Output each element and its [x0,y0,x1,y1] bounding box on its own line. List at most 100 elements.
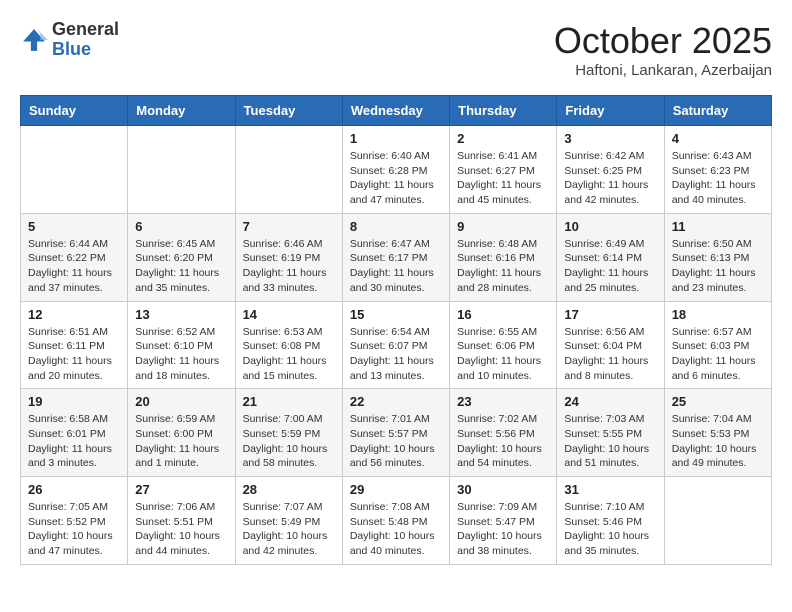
day-info: Sunrise: 7:06 AMSunset: 5:51 PMDaylight:… [135,500,227,559]
calendar-cell: 11 Sunrise: 6:50 AMSunset: 6:13 PMDayligh… [664,213,771,301]
day-number: 2 [457,131,549,146]
calendar-cell [128,126,235,214]
calendar-cell: 4 Sunrise: 6:43 AMSunset: 6:23 PMDaylight… [664,126,771,214]
title-section: October 2025 Haftoni, Lankaran, Azerbaij… [554,20,772,79]
calendar-cell: 13Sunrise: 6:52 AMSunset: 6:10 PMDayligh… [128,301,235,389]
calendar-table: SundayMondayTuesdayWednesdayThursdayFrid… [20,95,772,565]
day-number: 8 [350,219,442,234]
day-number: 11 [672,219,764,234]
calendar-cell [664,477,771,565]
calendar-cell: 9 Sunrise: 6:48 AMSunset: 6:16 PMDaylight… [450,213,557,301]
calendar-cell: 22 Sunrise: 7:01 AMSunset: 5:57 PMDayligh… [342,389,449,477]
page-header: General Blue October 2025 Haftoni, Lanka… [20,20,772,79]
day-number: 27 [135,482,227,497]
day-info: Sunrise: 6:41 AMSunset: 6:27 PMDaylight:… [457,149,549,208]
day-number: 4 [672,131,764,146]
day-info: Sunrise: 6:55 AMSunset: 6:06 PMDaylight:… [457,325,549,384]
day-number: 26 [28,482,120,497]
day-info: Sunrise: 7:01 AMSunset: 5:57 PMDaylight:… [350,412,442,471]
day-info: Sunrise: 6:57 AMSunset: 6:03 PMDaylight:… [672,325,764,384]
day-number: 6 [135,219,227,234]
day-number: 31 [564,482,656,497]
calendar-cell: 14 Sunrise: 6:53 AMSunset: 6:08 PMDayligh… [235,301,342,389]
week-row-5: 26 Sunrise: 7:05 AMSunset: 5:52 PMDayligh… [21,477,772,565]
day-info: Sunrise: 7:05 AMSunset: 5:52 PMDaylight:… [28,500,120,559]
calendar-cell: 28 Sunrise: 7:07 AMSunset: 5:49 PMDayligh… [235,477,342,565]
day-number: 12 [28,307,120,322]
calendar-cell [21,126,128,214]
day-info: Sunrise: 7:07 AMSunset: 5:49 PMDaylight:… [243,500,335,559]
day-number: 30 [457,482,549,497]
day-info: Sunrise: 6:43 AMSunset: 6:23 PMDaylight:… [672,149,764,208]
weekday-header-sunday: Sunday [21,96,128,126]
day-number: 9 [457,219,549,234]
weekday-header-tuesday: Tuesday [235,96,342,126]
calendar-cell: 8 Sunrise: 6:47 AMSunset: 6:17 PMDaylight… [342,213,449,301]
calendar-cell: 3Sunrise: 6:42 AMSunset: 6:25 PMDaylight… [557,126,664,214]
calendar-cell: 2 Sunrise: 6:41 AMSunset: 6:27 PMDaylight… [450,126,557,214]
calendar-cell: 1 Sunrise: 6:40 AMSunset: 6:28 PMDaylight… [342,126,449,214]
day-info: Sunrise: 7:03 AMSunset: 5:55 PMDaylight:… [564,412,656,471]
logo-icon [20,26,48,54]
day-number: 25 [672,394,764,409]
calendar-cell: 20 Sunrise: 6:59 AMSunset: 6:00 PMDayligh… [128,389,235,477]
day-info: Sunrise: 7:09 AMSunset: 5:47 PMDaylight:… [457,500,549,559]
day-info: Sunrise: 6:54 AMSunset: 6:07 PMDaylight:… [350,325,442,384]
day-info: Sunrise: 6:59 AMSunset: 6:00 PMDaylight:… [135,412,227,471]
calendar-cell: 23 Sunrise: 7:02 AMSunset: 5:56 PMDayligh… [450,389,557,477]
location: Haftoni, Lankaran, Azerbaijan [554,62,772,79]
calendar-cell: 21Sunrise: 7:00 AMSunset: 5:59 PMDayligh… [235,389,342,477]
calendar-cell: 30 Sunrise: 7:09 AMSunset: 5:47 PMDayligh… [450,477,557,565]
calendar-cell: 7 Sunrise: 6:46 AMSunset: 6:19 PMDaylight… [235,213,342,301]
day-info: Sunrise: 7:02 AMSunset: 5:56 PMDaylight:… [457,412,549,471]
calendar-cell: 5 Sunrise: 6:44 AMSunset: 6:22 PMDaylight… [21,213,128,301]
weekday-header-thursday: Thursday [450,96,557,126]
day-number: 5 [28,219,120,234]
day-number: 16 [457,307,549,322]
day-number: 24 [564,394,656,409]
weekday-header-monday: Monday [128,96,235,126]
day-number: 15 [350,307,442,322]
day-info: Sunrise: 6:58 AMSunset: 6:01 PMDaylight:… [28,412,120,471]
calendar-cell: 29Sunrise: 7:08 AMSunset: 5:48 PMDayligh… [342,477,449,565]
week-row-1: 1 Sunrise: 6:40 AMSunset: 6:28 PMDaylight… [21,126,772,214]
day-number: 20 [135,394,227,409]
logo-text: General Blue [52,20,119,60]
day-info: Sunrise: 7:10 AMSunset: 5:46 PMDaylight:… [564,500,656,559]
weekday-header-friday: Friday [557,96,664,126]
calendar-cell: 24 Sunrise: 7:03 AMSunset: 5:55 PMDayligh… [557,389,664,477]
day-info: Sunrise: 6:47 AMSunset: 6:17 PMDaylight:… [350,237,442,296]
weekday-header-saturday: Saturday [664,96,771,126]
day-number: 7 [243,219,335,234]
day-info: Sunrise: 6:44 AMSunset: 6:22 PMDaylight:… [28,237,120,296]
calendar-cell: 15 Sunrise: 6:54 AMSunset: 6:07 PMDayligh… [342,301,449,389]
day-info: Sunrise: 6:40 AMSunset: 6:28 PMDaylight:… [350,149,442,208]
weekday-header-wednesday: Wednesday [342,96,449,126]
day-number: 14 [243,307,335,322]
week-row-3: 12Sunrise: 6:51 AMSunset: 6:11 PMDayligh… [21,301,772,389]
week-row-2: 5 Sunrise: 6:44 AMSunset: 6:22 PMDaylight… [21,213,772,301]
month-title: October 2025 [554,20,772,62]
day-number: 19 [28,394,120,409]
day-info: Sunrise: 6:46 AMSunset: 6:19 PMDaylight:… [243,237,335,296]
day-info: Sunrise: 6:50 AMSunset: 6:13 PMDaylight:… [672,237,764,296]
day-info: Sunrise: 7:08 AMSunset: 5:48 PMDaylight:… [350,500,442,559]
calendar-cell: 26 Sunrise: 7:05 AMSunset: 5:52 PMDayligh… [21,477,128,565]
day-info: Sunrise: 6:48 AMSunset: 6:16 PMDaylight:… [457,237,549,296]
day-number: 22 [350,394,442,409]
calendar-cell: 31 Sunrise: 7:10 AMSunset: 5:46 PMDayligh… [557,477,664,565]
calendar-cell: 12Sunrise: 6:51 AMSunset: 6:11 PMDayligh… [21,301,128,389]
day-info: Sunrise: 6:42 AMSunset: 6:25 PMDaylight:… [564,149,656,208]
day-number: 23 [457,394,549,409]
day-info: Sunrise: 6:53 AMSunset: 6:08 PMDaylight:… [243,325,335,384]
calendar-cell: 18Sunrise: 6:57 AMSunset: 6:03 PMDayligh… [664,301,771,389]
calendar-cell [235,126,342,214]
day-info: Sunrise: 6:45 AMSunset: 6:20 PMDaylight:… [135,237,227,296]
calendar-cell: 19 Sunrise: 6:58 AMSunset: 6:01 PMDayligh… [21,389,128,477]
day-info: Sunrise: 6:49 AMSunset: 6:14 PMDaylight:… [564,237,656,296]
calendar-cell: 17Sunrise: 6:56 AMSunset: 6:04 PMDayligh… [557,301,664,389]
day-number: 1 [350,131,442,146]
day-number: 28 [243,482,335,497]
calendar-cell: 27 Sunrise: 7:06 AMSunset: 5:51 PMDayligh… [128,477,235,565]
logo: General Blue [20,20,119,60]
